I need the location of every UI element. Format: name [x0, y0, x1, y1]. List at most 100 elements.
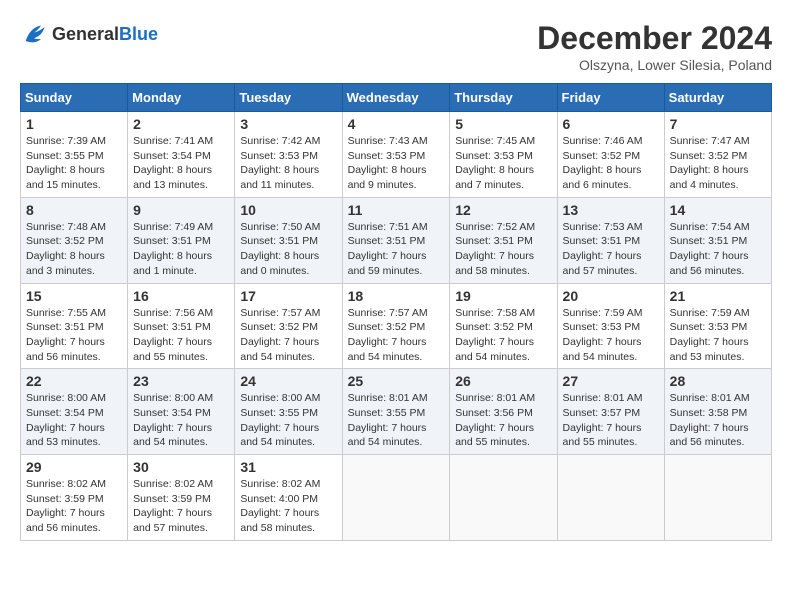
calendar-cell: 2 Sunrise: 7:41 AMSunset: 3:54 PMDaylight… — [128, 112, 235, 198]
calendar-cell: 16Sunrise: 7:56 AMSunset: 3:51 PMDayligh… — [128, 283, 235, 369]
calendar-cell: 15 Sunrise: 7:55 AMSunset: 3:51 PMDayligh… — [21, 283, 128, 369]
calendar-cell: 27 Sunrise: 8:01 AMSunset: 3:57 PMDayligh… — [557, 369, 664, 455]
day-info: Sunrise: 7:43 AMSunset: 3:53 PMDaylight:… — [348, 134, 445, 193]
day-info: Sunrise: 7:39 AMSunset: 3:55 PMDaylight:… — [26, 134, 122, 193]
day-info: Sunrise: 7:59 AMSunset: 3:53 PMDaylight:… — [563, 306, 659, 365]
day-info: Sunrise: 7:55 AMSunset: 3:51 PMDaylight:… — [26, 306, 122, 365]
day-number: 14 — [670, 202, 766, 218]
weekday-header-wednesday: Wednesday — [342, 84, 450, 112]
day-number: 27 — [563, 373, 659, 389]
weekday-header-row: SundayMondayTuesdayWednesdayThursdayFrid… — [21, 84, 772, 112]
day-number: 16 — [133, 288, 229, 304]
day-number: 26 — [455, 373, 551, 389]
day-info: Sunrise: 7:53 AMSunset: 3:51 PMDaylight:… — [563, 220, 659, 279]
calendar-cell: 1 Sunrise: 7:39 AMSunset: 3:55 PMDaylight… — [21, 112, 128, 198]
calendar-cell: 31 Sunrise: 8:02 AMSunset: 4:00 PMDayligh… — [235, 455, 342, 541]
calendar-cell: 21 Sunrise: 7:59 AMSunset: 3:53 PMDayligh… — [664, 283, 771, 369]
location-subtitle: Olszyna, Lower Silesia, Poland — [537, 57, 772, 73]
day-info: Sunrise: 8:00 AMSunset: 3:54 PMDaylight:… — [133, 391, 229, 450]
calendar-cell: 29Sunrise: 8:02 AMSunset: 3:59 PMDayligh… — [21, 455, 128, 541]
weekday-header-saturday: Saturday — [664, 84, 771, 112]
calendar-cell: 25 Sunrise: 8:01 AMSunset: 3:55 PMDayligh… — [342, 369, 450, 455]
day-info: Sunrise: 7:47 AMSunset: 3:52 PMDaylight:… — [670, 134, 766, 193]
day-number: 31 — [240, 459, 336, 475]
day-number: 4 — [348, 116, 445, 132]
calendar-week-row: 22 Sunrise: 8:00 AMSunset: 3:54 PMDayligh… — [21, 369, 772, 455]
day-info: Sunrise: 7:49 AMSunset: 3:51 PMDaylight:… — [133, 220, 229, 279]
day-info: Sunrise: 7:59 AMSunset: 3:53 PMDaylight:… — [670, 306, 766, 365]
day-number: 9 — [133, 202, 229, 218]
day-number: 5 — [455, 116, 551, 132]
day-info: Sunrise: 7:54 AMSunset: 3:51 PMDaylight:… — [670, 220, 766, 279]
day-info: Sunrise: 8:00 AMSunset: 3:55 PMDaylight:… — [240, 391, 336, 450]
calendar-cell: 18 Sunrise: 7:57 AMSunset: 3:52 PMDayligh… — [342, 283, 450, 369]
calendar-cell: 11 Sunrise: 7:51 AMSunset: 3:51 PMDayligh… — [342, 197, 450, 283]
day-number: 29 — [26, 459, 122, 475]
calendar-week-row: 29Sunrise: 8:02 AMSunset: 3:59 PMDayligh… — [21, 455, 772, 541]
day-number: 11 — [348, 202, 445, 218]
day-number: 10 — [240, 202, 336, 218]
day-number: 28 — [670, 373, 766, 389]
day-number: 3 — [240, 116, 336, 132]
calendar-week-row: 1 Sunrise: 7:39 AMSunset: 3:55 PMDaylight… — [21, 112, 772, 198]
day-info: Sunrise: 8:02 AMSunset: 4:00 PMDaylight:… — [240, 477, 336, 536]
calendar-cell: 9 Sunrise: 7:49 AMSunset: 3:51 PMDaylight… — [128, 197, 235, 283]
calendar-week-row: 15 Sunrise: 7:55 AMSunset: 3:51 PMDayligh… — [21, 283, 772, 369]
calendar-cell: 7Sunrise: 7:47 AMSunset: 3:52 PMDaylight… — [664, 112, 771, 198]
day-number: 13 — [563, 202, 659, 218]
calendar-cell: 23 Sunrise: 8:00 AMSunset: 3:54 PMDayligh… — [128, 369, 235, 455]
weekday-header-monday: Monday — [128, 84, 235, 112]
day-info: Sunrise: 8:00 AMSunset: 3:54 PMDaylight:… — [26, 391, 122, 450]
day-info: Sunrise: 7:41 AMSunset: 3:54 PMDaylight:… — [133, 134, 229, 193]
calendar-cell: 3 Sunrise: 7:42 AMSunset: 3:53 PMDaylight… — [235, 112, 342, 198]
title-block: December 2024 Olszyna, Lower Silesia, Po… — [537, 20, 772, 73]
calendar-cell: 5Sunrise: 7:45 AMSunset: 3:53 PMDaylight… — [450, 112, 557, 198]
day-number: 19 — [455, 288, 551, 304]
day-info: Sunrise: 7:48 AMSunset: 3:52 PMDaylight:… — [26, 220, 122, 279]
day-info: Sunrise: 7:46 AMSunset: 3:52 PMDaylight:… — [563, 134, 659, 193]
calendar-cell: 12 Sunrise: 7:52 AMSunset: 3:51 PMDayligh… — [450, 197, 557, 283]
calendar-cell: 6 Sunrise: 7:46 AMSunset: 3:52 PMDaylight… — [557, 112, 664, 198]
day-info: Sunrise: 7:50 AMSunset: 3:51 PMDaylight:… — [240, 220, 336, 279]
calendar-cell: 30Sunrise: 8:02 AMSunset: 3:59 PMDayligh… — [128, 455, 235, 541]
calendar-cell: 26Sunrise: 8:01 AMSunset: 3:56 PMDayligh… — [450, 369, 557, 455]
day-info: Sunrise: 7:52 AMSunset: 3:51 PMDaylight:… — [455, 220, 551, 279]
day-info: Sunrise: 8:01 AMSunset: 3:57 PMDaylight:… — [563, 391, 659, 450]
day-number: 12 — [455, 202, 551, 218]
weekday-header-friday: Friday — [557, 84, 664, 112]
logo-text: GeneralBlue — [52, 24, 158, 45]
calendar-cell — [450, 455, 557, 541]
day-number: 25 — [348, 373, 445, 389]
day-number: 22 — [26, 373, 122, 389]
day-info: Sunrise: 7:58 AMSunset: 3:52 PMDaylight:… — [455, 306, 551, 365]
day-info: Sunrise: 7:51 AMSunset: 3:51 PMDaylight:… — [348, 220, 445, 279]
day-info: Sunrise: 8:01 AMSunset: 3:55 PMDaylight:… — [348, 391, 445, 450]
calendar-cell: 14 Sunrise: 7:54 AMSunset: 3:51 PMDayligh… — [664, 197, 771, 283]
day-number: 6 — [563, 116, 659, 132]
day-number: 15 — [26, 288, 122, 304]
day-info: Sunrise: 7:57 AMSunset: 3:52 PMDaylight:… — [240, 306, 336, 365]
day-number: 21 — [670, 288, 766, 304]
calendar-cell: 20Sunrise: 7:59 AMSunset: 3:53 PMDayligh… — [557, 283, 664, 369]
calendar-cell: 10 Sunrise: 7:50 AMSunset: 3:51 PMDayligh… — [235, 197, 342, 283]
day-number: 24 — [240, 373, 336, 389]
logo: GeneralBlue — [20, 20, 158, 48]
day-info: Sunrise: 7:57 AMSunset: 3:52 PMDaylight:… — [348, 306, 445, 365]
day-number: 18 — [348, 288, 445, 304]
weekday-header-tuesday: Tuesday — [235, 84, 342, 112]
day-number: 1 — [26, 116, 122, 132]
calendar-cell — [664, 455, 771, 541]
day-number: 2 — [133, 116, 229, 132]
weekday-header-sunday: Sunday — [21, 84, 128, 112]
day-number: 23 — [133, 373, 229, 389]
calendar-cell — [342, 455, 450, 541]
calendar-week-row: 8Sunrise: 7:48 AMSunset: 3:52 PMDaylight… — [21, 197, 772, 283]
calendar-cell: 8Sunrise: 7:48 AMSunset: 3:52 PMDaylight… — [21, 197, 128, 283]
logo-icon — [20, 20, 48, 48]
day-info: Sunrise: 7:42 AMSunset: 3:53 PMDaylight:… — [240, 134, 336, 193]
calendar-cell: 13 Sunrise: 7:53 AMSunset: 3:51 PMDayligh… — [557, 197, 664, 283]
calendar-cell: 4 Sunrise: 7:43 AMSunset: 3:53 PMDaylight… — [342, 112, 450, 198]
calendar-cell: 24 Sunrise: 8:00 AMSunset: 3:55 PMDayligh… — [235, 369, 342, 455]
calendar-cell — [557, 455, 664, 541]
weekday-header-thursday: Thursday — [450, 84, 557, 112]
